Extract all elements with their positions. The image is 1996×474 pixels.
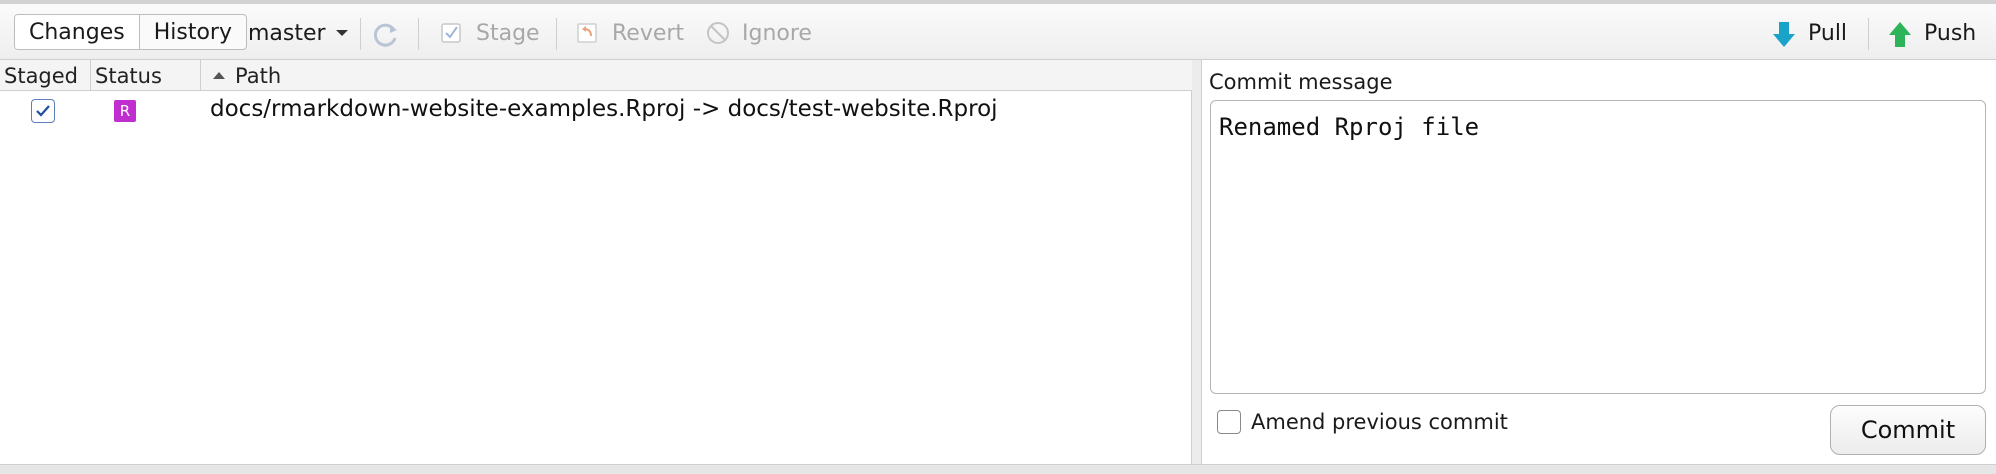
push-arrow-up-icon	[1888, 21, 1912, 47]
bottom-border	[0, 464, 1996, 474]
revert-label: Revert	[612, 20, 685, 46]
column-header-staged-label: Staged	[4, 63, 79, 88]
chevron-down-icon	[335, 30, 348, 36]
revert-icon	[576, 21, 600, 45]
sort-ascending-icon	[213, 72, 225, 79]
toolbar-divider	[418, 18, 419, 50]
pull-label: Pull	[1808, 20, 1848, 46]
pull-button[interactable]: Pull	[1772, 16, 1847, 50]
amend-checkbox[interactable]	[1217, 410, 1241, 434]
stage-label: Stage	[476, 20, 540, 46]
file-path: docs/rmarkdown-website-examples.Rproj ->…	[210, 96, 998, 122]
ignore-button[interactable]: Ignore	[706, 16, 812, 50]
file-list-header: Staged Status Path	[0, 60, 1192, 91]
column-header-path-label: Path	[235, 63, 282, 88]
amend-previous-commit-option[interactable]: Amend previous commit	[1217, 408, 1508, 436]
tab-changes[interactable]: Changes	[15, 15, 139, 49]
branch-name: master	[248, 20, 326, 46]
commit-panel: Commit message Renamed Rproj file Amend …	[1203, 60, 1996, 464]
push-label: Push	[1924, 20, 1977, 46]
amend-label: Amend previous commit	[1251, 410, 1508, 434]
commit-message-input[interactable]: Renamed Rproj file	[1210, 100, 1986, 394]
commit-button[interactable]: Commit	[1830, 405, 1986, 455]
tab-history[interactable]: History	[138, 15, 246, 49]
stage-check-icon	[440, 21, 464, 45]
changes-file-list: Staged Status Path R docs/rmarkdown-webs…	[0, 60, 1192, 464]
status-badge: R	[114, 100, 136, 122]
view-switcher: Changes History	[14, 14, 247, 50]
file-row[interactable]: R docs/rmarkdown-website-examples.Rproj …	[0, 92, 1192, 128]
column-header-status[interactable]: Status	[90, 60, 200, 91]
git-toolbar: Changes History master Stage Revert Igno…	[0, 0, 1996, 60]
branch-dropdown[interactable]: master	[248, 18, 348, 48]
commit-message-text: Renamed Rproj file	[1219, 113, 1480, 141]
toolbar-divider	[556, 18, 557, 50]
revert-button[interactable]: Revert	[576, 16, 684, 50]
ignore-icon	[706, 21, 730, 45]
ignore-label: Ignore	[742, 20, 812, 46]
column-header-status-label: Status	[95, 63, 162, 88]
column-header-path[interactable]: Path	[200, 60, 1192, 91]
toolbar-divider	[1868, 18, 1869, 50]
stage-button[interactable]: Stage	[440, 16, 540, 50]
staged-checkbox[interactable]	[31, 99, 55, 123]
refresh-icon	[372, 21, 397, 47]
commit-message-label: Commit message	[1209, 70, 1393, 94]
push-button[interactable]: Push	[1888, 16, 1976, 50]
pull-arrow-down-icon	[1772, 21, 1796, 47]
checkmark-icon	[36, 105, 50, 117]
column-header-staged[interactable]: Staged	[0, 60, 90, 91]
toolbar-divider	[360, 18, 361, 50]
pane-splitter[interactable]	[1192, 60, 1202, 464]
refresh-button[interactable]	[372, 16, 397, 50]
